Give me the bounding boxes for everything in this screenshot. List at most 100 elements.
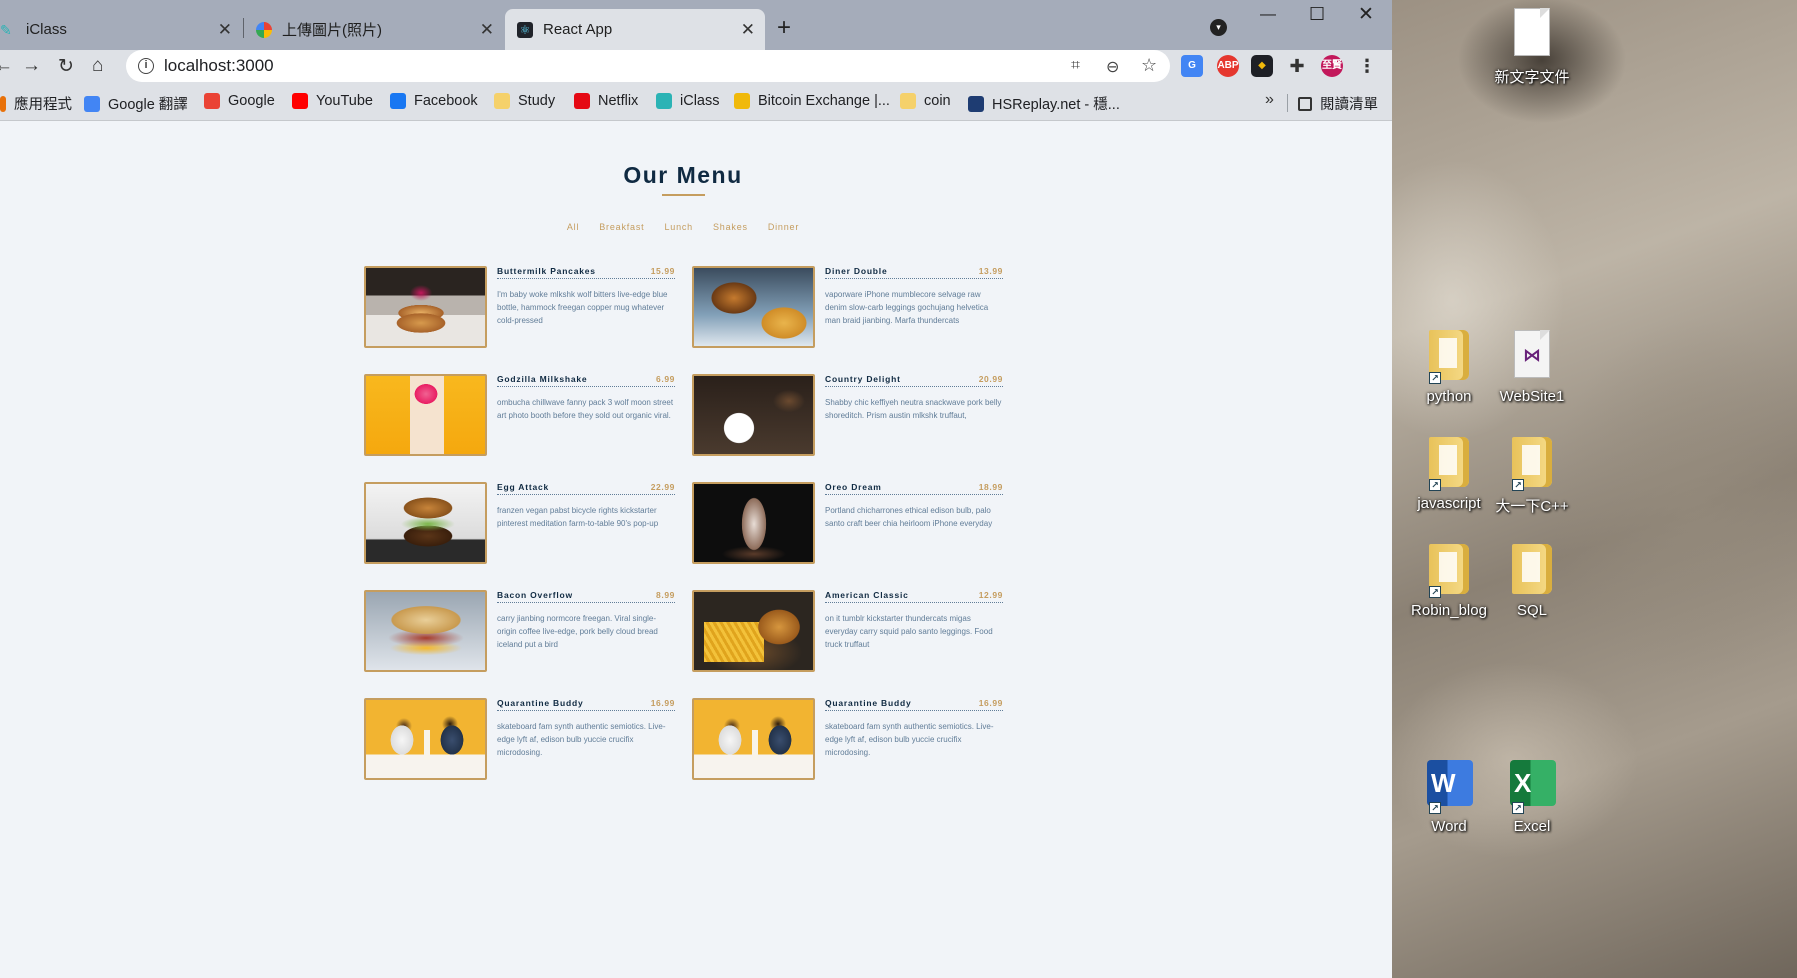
menu-item-price: 6.99	[656, 374, 675, 384]
reading-list-button[interactable]: 閱讀清單	[1298, 93, 1378, 114]
tab-title: React App	[543, 21, 613, 38]
folder-icon: ↗	[1427, 330, 1471, 384]
new-tab-icon[interactable]: +	[777, 14, 791, 42]
filter-lunch-button[interactable]: Lunch	[664, 222, 693, 232]
adblock-plus-icon[interactable]: ABP	[1217, 55, 1239, 77]
desktop-icon-sql[interactable]: SQL	[1490, 544, 1574, 619]
desktop-icon-label: Word	[1431, 818, 1467, 835]
bookmark-netflix[interactable]: Netflix	[574, 93, 638, 109]
menu-item-header: Quarantine Buddy 16.99	[825, 698, 1003, 711]
translate-icon[interactable]: ⌗	[1071, 57, 1080, 75]
menu-item-info: Quarantine Buddy 16.99 skateboard fam synt…	[497, 698, 675, 759]
bookmark-apps-grid[interactable]: 應用程式	[0, 93, 72, 114]
menu-item-header: Oreo Dream 18.99	[825, 482, 1003, 495]
bookmark-hsreplay[interactable]: HSReplay.net - 穩...	[968, 93, 1120, 114]
bookmark-binance[interactable]: Bitcoin Exchange |...	[734, 93, 890, 109]
folder-icon: ↗	[1427, 437, 1471, 491]
reload-icon[interactable]: ↻	[58, 55, 74, 78]
bookmark-label: Facebook	[414, 93, 478, 109]
close-window-icon[interactable]: ✕	[1358, 3, 1374, 26]
close-tab-icon[interactable]: ✕	[741, 20, 755, 40]
netflix-icon	[574, 93, 590, 109]
desktop-icon-excel[interactable]: X ↗ Excel	[1490, 760, 1574, 835]
tab-iclass[interactable]: ✎ iClass ✕	[0, 9, 242, 50]
filter-all-button[interactable]: All	[567, 222, 579, 232]
menu-item-info: Diner Double 13.99 vaporware iPhone mumble…	[825, 266, 1003, 327]
close-tab-icon[interactable]: ✕	[480, 20, 494, 40]
home-icon[interactable]: ⌂	[92, 55, 103, 77]
desktop-icon-label: 大一下C++	[1495, 498, 1569, 515]
menu-item-header: Bacon Overflow 8.99	[497, 590, 675, 603]
menu-item-header: Godzilla Milkshake 6.99	[497, 374, 675, 387]
bookmarks-bar: 應用程式 Google 翻譯 Google YouTube Facebook Study N…	[0, 85, 1392, 121]
desktop-icon-label: WebSite1	[1499, 388, 1565, 405]
minimize-icon[interactable]: —	[1260, 6, 1276, 24]
menu-item-photo	[364, 482, 487, 564]
bookmark-facebook[interactable]: Facebook	[390, 93, 478, 109]
reading-list-icon	[1298, 96, 1312, 111]
excel-icon: X ↗	[1510, 760, 1556, 814]
menu-item-photo	[692, 266, 815, 348]
bookmark-google[interactable]: Google	[204, 93, 275, 109]
bookmark-folder[interactable]: coin	[900, 93, 951, 109]
desktop-icon-python[interactable]: ↗ python	[1407, 330, 1491, 405]
desktop-wallpaper: 新文字文件 ↗ python ⋈ WebSite1 ↗ javascript ↗…	[1392, 0, 1797, 978]
star-bookmark-icon[interactable]: ☆	[1141, 55, 1157, 76]
desktop-icon-javascript[interactable]: ↗ javascript	[1407, 437, 1491, 512]
bookmark-folder[interactable]: Study	[494, 93, 555, 109]
more-menu-icon[interactable]: ⋮	[1356, 55, 1378, 77]
menu-item-photo	[692, 482, 815, 564]
binance-extension-icon[interactable]: ◆	[1251, 55, 1273, 77]
youtube-icon	[292, 93, 308, 109]
address-bar[interactable]: i localhost:3000 ⌗ ⊖ ☆	[126, 50, 1170, 82]
bookmark-label: Netflix	[598, 93, 639, 109]
menu-item-photo	[692, 374, 815, 456]
desktop-icon-text-document[interactable]: 新文字文件	[1490, 8, 1574, 87]
close-tab-icon[interactable]: ✕	[218, 20, 232, 40]
menu-item-name: Godzilla Milkshake	[497, 374, 588, 384]
bookmark-label: HSReplay.net - 穩...	[992, 97, 1120, 113]
folder-icon	[1510, 544, 1554, 598]
tab-title: iClass	[26, 21, 67, 38]
menu-item-name: Quarantine Buddy	[497, 698, 584, 708]
extensions-puzzle-icon[interactable]: ✚	[1286, 55, 1308, 77]
bookmark-label: Google 翻譯	[108, 97, 188, 113]
word-icon: W ↗	[1427, 760, 1473, 814]
profile-avatar[interactable]: 至賢	[1321, 55, 1343, 77]
tab-upload-image[interactable]: 上傳圖片(照片) ✕	[256, 9, 504, 50]
filter-dinner-button[interactable]: Dinner	[768, 222, 799, 232]
menu-item-header: American Classic 12.99	[825, 590, 1003, 603]
google-translate-extension-icon[interactable]: G	[1181, 55, 1203, 77]
tab-react-app[interactable]: ⚛ React App ✕	[505, 9, 765, 50]
filter-breakfast-button[interactable]: Breakfast	[599, 222, 644, 232]
menu-item-price: 12.99	[978, 590, 1003, 600]
menu-item-price: 20.99	[978, 374, 1003, 384]
tab-search-icon[interactable]: ▾	[1210, 19, 1227, 36]
tab-bar: ✎ iClass ✕ 上傳圖片(照片) ✕ ⚛ React App ✕ + ▾ …	[0, 0, 1392, 50]
bookmark-google-translate[interactable]: Google 翻譯	[84, 93, 188, 114]
menu-item: Quarantine Buddy 16.99 skateboard fam synt…	[692, 698, 1004, 780]
bookmark-youtube[interactable]: YouTube	[292, 93, 373, 109]
zoom-icon[interactable]: ⊖	[1106, 57, 1119, 77]
menu-item-name: Buttermilk Pancakes	[497, 266, 596, 276]
desktop-icon-cpp[interactable]: ↗ 大一下C++	[1490, 437, 1574, 516]
tab-title: 上傳圖片(照片)	[282, 22, 382, 39]
filter-shakes-button[interactable]: Shakes	[713, 222, 748, 232]
menu-item-price: 8.99	[656, 590, 675, 600]
google-translate-icon	[84, 95, 100, 112]
forward-icon[interactable]: →	[22, 55, 41, 77]
desktop-icon-robin-blog[interactable]: ↗ Robin_blog	[1407, 544, 1491, 619]
menu-item-photo	[364, 374, 487, 456]
google-icon	[204, 93, 220, 109]
back-icon[interactable]: ←	[0, 55, 13, 77]
more-bookmarks-icon[interactable]: »	[1265, 91, 1274, 109]
menu-item-photo	[364, 266, 487, 348]
menu-item-photo	[692, 590, 815, 672]
maximize-icon[interactable]: ☐	[1309, 4, 1325, 25]
site-info-icon[interactable]: i	[138, 58, 154, 74]
desktop-icon-word[interactable]: W ↗ Word	[1407, 760, 1491, 835]
desktop-icon-website1[interactable]: ⋈ WebSite1	[1490, 330, 1574, 405]
bookmark-iclass[interactable]: iClass	[656, 93, 719, 109]
bookmark-label: YouTube	[316, 93, 373, 109]
page-title: Our Menu	[623, 162, 743, 188]
